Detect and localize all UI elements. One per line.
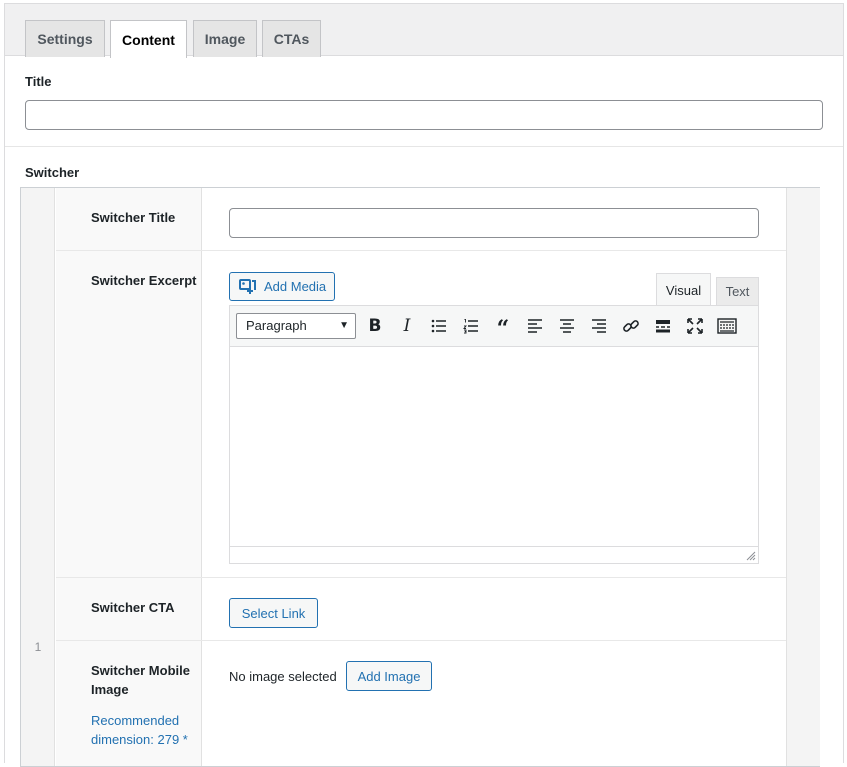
toolbar-toggle-icon[interactable] bbox=[715, 314, 739, 338]
italic-icon[interactable]: I bbox=[395, 314, 419, 338]
excerpt-editor[interactable] bbox=[229, 346, 759, 564]
add-media-icon bbox=[239, 278, 256, 294]
align-left-icon[interactable] bbox=[523, 314, 547, 338]
text-tab[interactable]: Text bbox=[716, 277, 759, 305]
title-label: Title bbox=[25, 74, 52, 89]
bold-icon[interactable]: B bbox=[363, 314, 387, 338]
tab-settings[interactable]: Settings bbox=[25, 20, 105, 57]
no-image-text: No image selected bbox=[229, 669, 337, 684]
resize-grip-icon[interactable] bbox=[746, 551, 756, 561]
switcher-cta-label: Switcher CTA bbox=[91, 600, 175, 615]
row-number: 1 bbox=[34, 640, 42, 654]
label-line: Image bbox=[91, 682, 129, 697]
desc-line: Recommended bbox=[91, 713, 180, 728]
editor-toolbar: Paragraph ▼ B I “ bbox=[229, 305, 759, 347]
select-link-button[interactable]: Select Link bbox=[229, 598, 318, 628]
row-divider bbox=[56, 577, 786, 578]
chevron-down-icon: ▼ bbox=[339, 320, 349, 331]
numbered-list-icon[interactable] bbox=[459, 314, 483, 338]
add-media-button[interactable]: Add Media bbox=[229, 272, 335, 301]
format-select-value: Paragraph bbox=[246, 318, 307, 333]
tab-content[interactable]: Content bbox=[110, 20, 187, 58]
desc-line: dimension: 279 * bbox=[91, 732, 188, 747]
title-input[interactable] bbox=[25, 100, 823, 130]
tab-ctas[interactable]: CTAs bbox=[262, 20, 321, 57]
blockquote-icon[interactable]: “ bbox=[491, 314, 515, 340]
add-image-button[interactable]: Add Image bbox=[346, 661, 432, 691]
bullet-list-icon[interactable] bbox=[427, 314, 451, 338]
fullscreen-icon[interactable] bbox=[683, 314, 707, 338]
switcher-label: Switcher bbox=[25, 165, 80, 180]
format-select[interactable]: Paragraph ▼ bbox=[236, 313, 356, 339]
row-handle[interactable]: 1 bbox=[21, 188, 55, 766]
row-actions-column[interactable] bbox=[786, 188, 820, 766]
link-icon[interactable] bbox=[619, 314, 643, 338]
row-divider bbox=[56, 250, 786, 251]
switcher-title-label: Switcher Title bbox=[91, 210, 176, 225]
align-center-icon[interactable] bbox=[555, 314, 579, 338]
tab-image[interactable]: Image bbox=[193, 20, 257, 57]
switcher-excerpt-label: Switcher Excerpt bbox=[91, 273, 197, 288]
recommended-dimension-text: Recommended dimension: 279 * bbox=[91, 711, 188, 749]
visual-tab[interactable]: Visual bbox=[656, 273, 711, 306]
add-media-label: Add Media bbox=[264, 279, 327, 294]
switcher-mobile-image-label: Switcher Mobile Image bbox=[91, 661, 190, 699]
label-line: Switcher Mobile bbox=[91, 663, 190, 678]
field-divider bbox=[5, 146, 843, 147]
editor-statusbar bbox=[230, 546, 758, 563]
align-right-icon[interactable] bbox=[587, 314, 611, 338]
tab-bar: Settings Content Image CTAs bbox=[5, 4, 843, 58]
switcher-title-input[interactable] bbox=[229, 208, 759, 238]
read-more-icon[interactable] bbox=[651, 314, 675, 338]
row-divider bbox=[56, 640, 786, 641]
